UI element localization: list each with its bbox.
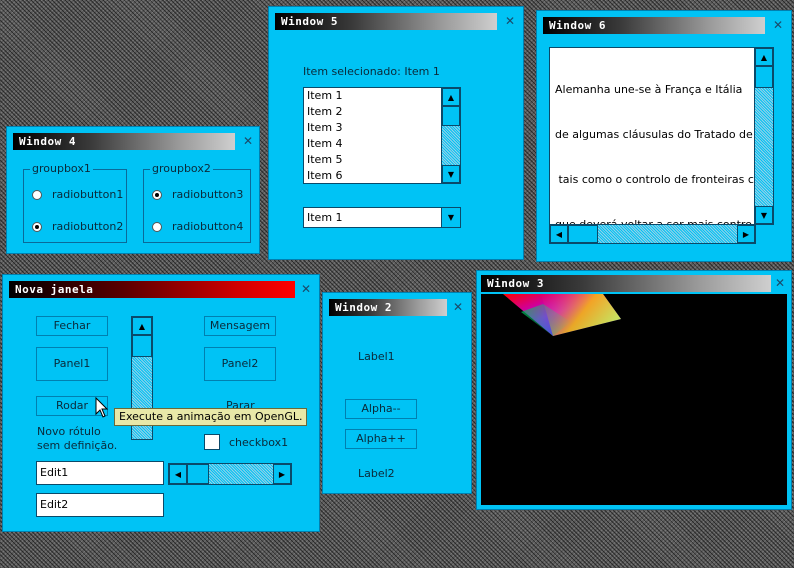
window-4-close-icon[interactable]: ✕ [241, 134, 255, 148]
window-5-titlebar[interactable]: Window 5 [275, 13, 497, 30]
window-2-close-icon[interactable]: ✕ [451, 300, 465, 314]
label2: Label2 [358, 467, 395, 480]
scroll-left-icon[interactable]: ◀ [169, 464, 187, 484]
edit2-value: Edit2 [40, 498, 69, 511]
list-item[interactable]: Item 4 [304, 136, 442, 152]
memo-line: tais como o controlo de fronteiras c [555, 173, 754, 186]
mouse-cursor-icon [95, 397, 109, 418]
scroll-thumb[interactable] [568, 225, 598, 243]
list-item[interactable]: Item 2 [304, 104, 442, 120]
groupbox1: groupbox1 radiobutton1 radiobutton2 [23, 162, 127, 243]
list-item[interactable]: Item 1 [304, 88, 442, 104]
list-item[interactable]: Item 3 [304, 120, 442, 136]
item-listbox[interactable]: Item 1 Item 2 Item 3 Item 4 Item 5 Item … [303, 87, 443, 184]
panel2[interactable]: Panel2 [204, 347, 276, 381]
scroll-up-icon[interactable]: ▲ [755, 48, 773, 66]
opengl-canvas[interactable] [481, 294, 787, 505]
scroll-down-icon[interactable]: ▼ [442, 165, 460, 183]
scroll-up-icon[interactable]: ▲ [132, 317, 152, 335]
window-3: Window 3 ✕ [476, 270, 792, 510]
listbox-scrollbar[interactable]: ▲ ▼ [441, 87, 461, 184]
list-item[interactable]: Item 6 [304, 168, 442, 183]
memo-line: Alemanha une-se à França e Itália [555, 83, 743, 96]
radiobutton3-label[interactable]: radiobutton3 [172, 188, 243, 201]
memo-line: de algumas cláusulas do Tratado de [555, 128, 753, 141]
window-3-close-icon[interactable]: ✕ [773, 276, 787, 290]
combo-value: Item 1 [307, 211, 343, 224]
radiobutton4[interactable] [152, 222, 162, 232]
scroll-up-icon[interactable]: ▲ [442, 88, 460, 106]
panel1[interactable]: Panel1 [36, 347, 108, 381]
alpha-plus-button[interactable]: Alpha++ [345, 429, 417, 449]
window-2-titlebar[interactable]: Window 2 [329, 299, 447, 316]
nova-janela-close-icon[interactable]: ✕ [299, 282, 313, 296]
scroll-down-icon[interactable]: ▼ [755, 206, 773, 224]
edit1-input[interactable]: Edit1 [36, 461, 164, 485]
novo-rotulo-label-line2: sem definição. [37, 439, 118, 452]
horizontal-scrollbar[interactable]: ◀ ▶ [168, 463, 292, 485]
combo-dropdown-icon[interactable]: ▼ [441, 207, 461, 228]
scroll-thumb[interactable] [442, 106, 460, 126]
mensagem-button[interactable]: Mensagem [204, 316, 276, 336]
window-2: Window 2 ✕ Label1 Alpha-- Alpha++ Label2 [322, 292, 472, 494]
scroll-left-icon[interactable]: ◀ [550, 225, 568, 243]
label1: Label1 [358, 350, 395, 363]
tooltip-text: Execute a animação em OpenGL. [119, 410, 303, 423]
alpha-minus-button[interactable]: Alpha-- [345, 399, 417, 419]
list-item[interactable]: Item 5 [304, 152, 442, 168]
selected-item-label: Item selecionado: Item 1 [303, 65, 440, 78]
rotating-shape-icon [503, 294, 621, 336]
edit2-input[interactable]: Edit2 [36, 493, 164, 517]
groupbox2: groupbox2 radiobutton3 radiobutton4 [143, 162, 251, 243]
edit1-value: Edit1 [40, 466, 69, 479]
radiobutton1-label[interactable]: radiobutton1 [52, 188, 123, 201]
tooltip: Execute a animação em OpenGL. [114, 408, 308, 426]
scroll-thumb[interactable] [132, 335, 152, 357]
memo-vscrollbar[interactable]: ▲ ▼ [754, 47, 774, 225]
item-combobox[interactable]: Item 1 [303, 207, 443, 228]
radiobutton2[interactable] [32, 222, 42, 232]
scroll-thumb[interactable] [187, 464, 209, 484]
window-6: Window 6 ✕ Alemanha une-se à França e It… [536, 10, 792, 262]
memo-hscrollbar[interactable]: ◀ ▶ [549, 224, 756, 244]
window-4: Window 4 ✕ groupbox1 radiobutton1 radiob… [6, 126, 260, 254]
window-5: Window 5 ✕ Item selecionado: Item 1 Item… [268, 6, 524, 260]
memo-textarea[interactable]: Alemanha une-se à França e Itália de alg… [549, 47, 756, 225]
novo-rotulo-label-line1: Novo rótulo [37, 425, 101, 438]
scroll-thumb[interactable] [755, 66, 773, 88]
radiobutton4-label[interactable]: radiobutton4 [172, 220, 243, 233]
radiobutton3[interactable] [152, 190, 162, 200]
fechar-button[interactable]: Fechar [36, 316, 108, 336]
window-4-titlebar[interactable]: Window 4 [13, 133, 235, 150]
checkbox1-label[interactable]: checkbox1 [229, 436, 288, 449]
window-6-close-icon[interactable]: ✕ [771, 18, 785, 32]
radiobutton1[interactable] [32, 190, 42, 200]
nova-janela-titlebar[interactable]: Nova janela [9, 281, 295, 298]
window-3-titlebar[interactable]: Window 3 [481, 275, 771, 292]
radiobutton2-label[interactable]: radiobutton2 [52, 220, 123, 233]
window-5-close-icon[interactable]: ✕ [503, 14, 517, 28]
scroll-right-icon[interactable]: ▶ [273, 464, 291, 484]
window-6-titlebar[interactable]: Window 6 [543, 17, 765, 34]
groupbox1-title: groupbox1 [30, 162, 93, 175]
groupbox2-title: groupbox2 [150, 162, 213, 175]
checkbox1[interactable] [204, 434, 220, 450]
scroll-right-icon[interactable]: ▶ [737, 225, 755, 243]
nova-janela-window: Nova janela ✕ Fechar Panel1 Rodar Novo r… [2, 274, 320, 532]
